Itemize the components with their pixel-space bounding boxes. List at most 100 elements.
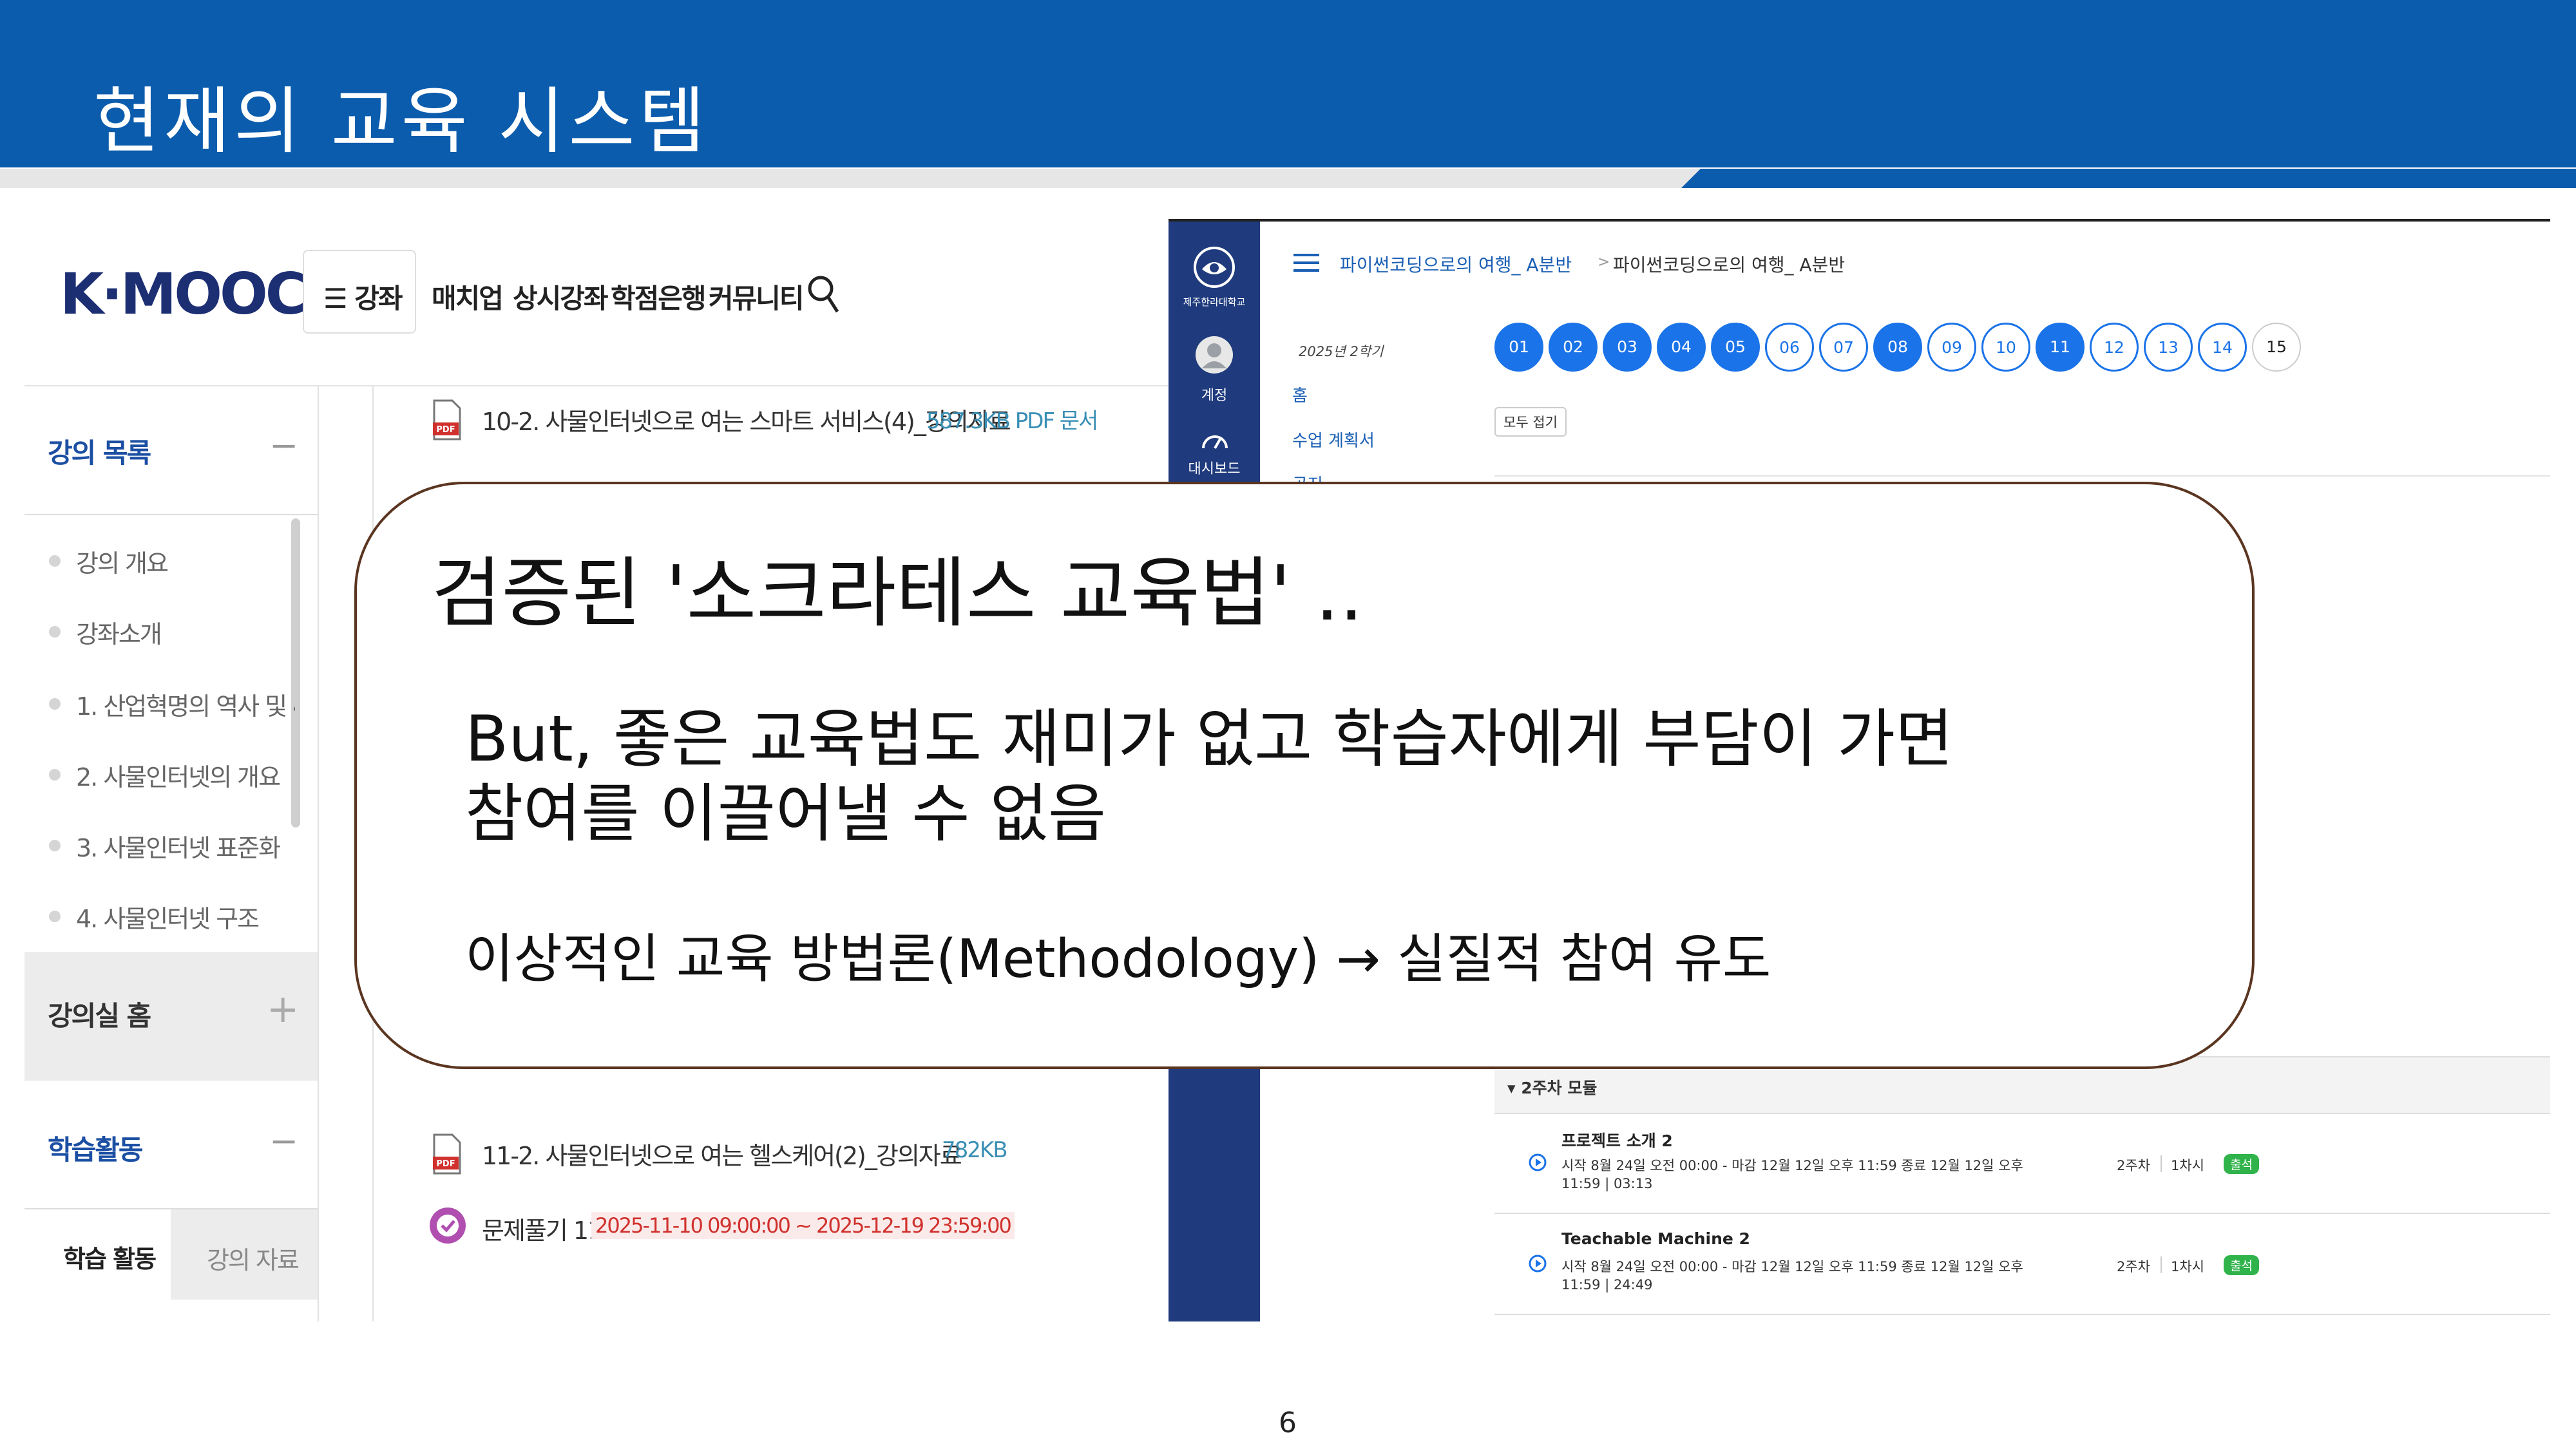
bullet-icon: [49, 555, 61, 567]
week-button[interactable]: 13: [2144, 323, 2193, 372]
module-item-title: 프로젝트 소개 2: [1561, 1132, 1673, 1150]
week-button[interactable]: 04: [1657, 323, 1706, 372]
collapse-toggle-icon[interactable]: −: [269, 1121, 298, 1161]
header-accent-stripe: [0, 169, 2576, 188]
collapse-toggle-icon[interactable]: −: [269, 425, 298, 466]
course-nav-home[interactable]: 홈: [1292, 383, 1308, 406]
quiz-period: 2025-11-10 09:00:00 ~ 2025-12-19 23:59:0…: [591, 1212, 1015, 1239]
quiz-icon: [430, 1208, 466, 1244]
bullet-icon: [49, 911, 61, 922]
breadcrumb-separator: >: [1598, 254, 1610, 270]
week-button[interactable]: 10: [1981, 323, 2030, 372]
week-button[interactable]: 07: [1819, 323, 1868, 372]
lms-top-border: [1169, 219, 2550, 222]
account-label: 계정: [1201, 388, 1228, 404]
sidebar-border: [318, 386, 319, 1321]
kmooc-logo[interactable]: K·MOOC: [60, 261, 307, 327]
file-name[interactable]: 11-2. 사물인터넷으로 여는 헬스케어(2)_강의자료: [482, 1136, 962, 1171]
module-item-week: 2주차: [2117, 1259, 2151, 1274]
university-logo-icon[interactable]: [1193, 246, 1236, 289]
callout-heading: 검증된 '소크라테스 교육법' ..: [432, 549, 1364, 638]
attendance-badge: 출석: [2224, 1154, 2259, 1174]
hamburger-menu-icon[interactable]: [1292, 251, 1321, 274]
sidebar-item-chapter-4[interactable]: 4. 사물인터넷 구조: [76, 899, 260, 934]
week-button[interactable]: 12: [2090, 323, 2139, 372]
breadcrumb-course-link[interactable]: 파이썬코딩으로의 여행_ A분반: [1340, 251, 1572, 277]
week-button[interactable]: 14: [2198, 323, 2247, 372]
sidebar-section-activities[interactable]: 학습활동: [48, 1128, 144, 1168]
module-item[interactable]: 프로젝트 소개 2 시작 8월 24일 오전 00:00 - 마감 12월 12…: [1494, 1113, 2550, 1214]
dashboard-icon[interactable]: [1201, 428, 1229, 453]
pdf-icon: PDF: [433, 1133, 461, 1175]
tab-materials-label: 강의 자료: [207, 1246, 300, 1274]
callout-text-line: 참여를 이끌어낼 수 없음: [465, 777, 1107, 851]
file-meta: 587.3KB PDF 문서: [926, 408, 1098, 434]
module-item-schedule: 시작 8월 24일 오전 00:00 - 마감 12월 12일 오후 11:59…: [1561, 1259, 2023, 1274]
term-label: 2025년 2학기: [1299, 344, 1384, 359]
separator: [2161, 1256, 2162, 1273]
nav-item-community[interactable]: 커뮤니티: [709, 277, 805, 316]
breadcrumb-current: 파이썬코딩으로의 여행_ A분반: [1613, 254, 1846, 276]
collapse-all-button[interactable]: 모두 접기: [1494, 407, 1567, 437]
week-button[interactable]: 15: [2252, 323, 2301, 372]
attendance-badge: 출석: [2224, 1255, 2259, 1275]
sidebar-section-classroom-home[interactable]: 강의실 홈 +: [24, 952, 318, 1081]
tab-materials[interactable]: 강의 자료: [171, 1208, 318, 1300]
sidebar-divider: [24, 514, 318, 515]
sidebar-item-intro[interactable]: 강좌소개: [76, 614, 162, 650]
course-nav-syllabus[interactable]: 수업 계획서: [1292, 428, 1375, 451]
module-item-title: Teachable Machine 2: [1561, 1229, 1750, 1248]
bullet-icon: [49, 626, 61, 638]
classroom-home-title: 강의실 홈: [48, 1000, 151, 1032]
separator: [2161, 1155, 2162, 1172]
course-menu-button[interactable]: ☰ 강좌: [303, 250, 416, 334]
tab-activities-label: 학습 활동: [63, 1245, 157, 1273]
week-button[interactable]: 01: [1494, 323, 1543, 372]
callout-conclusion: 이상적인 교육 방법론(Methodology) → 실질적 참여 유도: [465, 929, 1771, 990]
sidebar-item-chapter-1[interactable]: 1. 산업혁명의 역사 및 4차…: [76, 687, 295, 722]
sidebar-item-overview[interactable]: 강의 개요: [76, 544, 169, 579]
divider: [1494, 475, 2550, 477]
module-item-week: 2주차: [2117, 1158, 2151, 1173]
week-button[interactable]: 11: [2036, 323, 2085, 372]
university-name: 제주한라대학교: [1183, 296, 1246, 308]
module-item[interactable]: Teachable Machine 2 시작 8월 24일 오전 00:00 -…: [1494, 1214, 2550, 1315]
sidebar: 강의 목록 − 강의 개요 강좌소개 1. 산업혁명의 역사 및 4차… 2. …: [24, 386, 318, 1321]
week-button[interactable]: 02: [1549, 323, 1598, 372]
bullet-icon: [49, 840, 61, 851]
sidebar-section-lecture-list[interactable]: 강의 목록: [48, 431, 151, 471]
file-meta: 782KB: [942, 1137, 1008, 1163]
account-icon[interactable]: [1194, 335, 1234, 375]
svg-text:PDF: PDF: [436, 1159, 455, 1169]
week-button[interactable]: 08: [1873, 323, 1922, 372]
nav-item-matchup[interactable]: 매치업: [432, 277, 504, 316]
quiz-name[interactable]: 문제풀기 11: [482, 1211, 603, 1246]
nav-item-credit-bank[interactable]: 학점은행: [611, 277, 707, 316]
week-button[interactable]: 03: [1603, 323, 1652, 372]
sidebar-item-chapter-2[interactable]: 2. 사물인터넷의 개요: [76, 757, 281, 793]
dashboard-label: 대시보드: [1188, 461, 1241, 477]
module-item-schedule: 시작 8월 24일 오전 00:00 - 마감 12월 12일 오후 11:59…: [1561, 1158, 2023, 1173]
module-item-session: 1차시: [2171, 1259, 2205, 1274]
week-button[interactable]: 06: [1765, 323, 1814, 372]
expand-toggle-icon: +: [267, 987, 300, 1032]
module-item-session: 1차시: [2171, 1158, 2205, 1173]
pdf-icon: PDF: [433, 399, 461, 440]
week-button[interactable]: 05: [1711, 323, 1760, 372]
module-item-time: 11:59 | 03:13: [1561, 1176, 1653, 1191]
search-icon[interactable]: [806, 273, 843, 316]
play-icon: [1529, 1153, 1547, 1171]
sidebar-scrollbar[interactable]: [291, 518, 300, 828]
tab-activities[interactable]: 학습 활동: [24, 1208, 171, 1300]
course-menu-label: ☰ 강좌: [323, 283, 403, 314]
module-item-time: 11:59 | 24:49: [1561, 1277, 1653, 1293]
week-button[interactable]: 09: [1927, 323, 1976, 372]
sidebar-item-chapter-3[interactable]: 3. 사물인터넷 표준화: [76, 828, 281, 864]
module-header-label: ▾ 2주차 모듈: [1507, 1079, 1598, 1097]
svg-text:PDF: PDF: [436, 425, 455, 435]
page-number: 6: [1279, 1406, 1297, 1439]
bullet-icon: [49, 698, 61, 710]
play-icon: [1529, 1255, 1547, 1273]
slide-title: 현재의 교육 시스템: [93, 80, 709, 164]
nav-item-always-open[interactable]: 상시강좌: [513, 277, 609, 316]
